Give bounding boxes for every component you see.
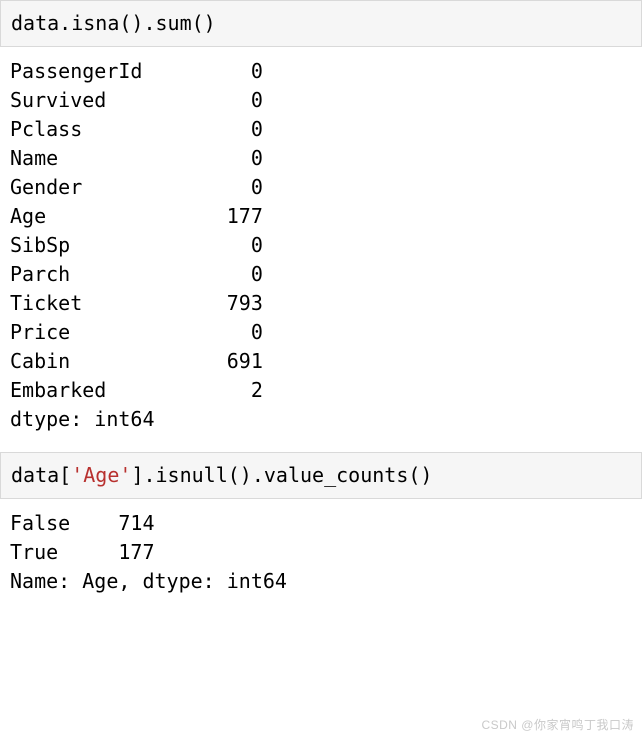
code-2-post: ].isnull().value_counts()	[131, 463, 432, 487]
watermark-text: CSDN @你家宵鸣丁我口涛	[481, 717, 634, 734]
output-cell-1: PassengerId 0 Survived 0 Pclass 0 Name 0…	[0, 47, 642, 452]
output-cell-2: False 714 True 177 Name: Age, dtype: int…	[0, 499, 642, 614]
notebook-area: data.isna().sum() PassengerId 0 Survived…	[0, 0, 642, 614]
code-2-string-literal: 'Age'	[71, 463, 131, 487]
code-cell-2[interactable]: data['Age'].isnull().value_counts()	[0, 452, 642, 499]
code-2-pre: data[	[11, 463, 71, 487]
code-cell-1[interactable]: data.isna().sum()	[0, 0, 642, 47]
code-1-line: data.isna().sum()	[11, 11, 216, 35]
